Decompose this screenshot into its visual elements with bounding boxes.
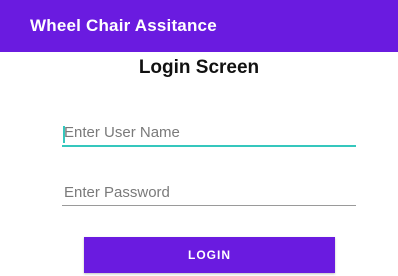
username-input[interactable] bbox=[62, 124, 356, 145]
page-title: Login Screen bbox=[138, 57, 260, 78]
password-field bbox=[62, 184, 356, 206]
password-input[interactable] bbox=[62, 184, 356, 205]
app-bar: Wheel Chair Assitance bbox=[0, 0, 398, 52]
text-cursor bbox=[63, 126, 65, 143]
username-field bbox=[62, 124, 356, 147]
app-title: Wheel Chair Assitance bbox=[30, 16, 217, 35]
username-underline bbox=[62, 145, 356, 147]
login-button[interactable]: LOGIN bbox=[84, 237, 335, 273]
password-underline bbox=[62, 205, 356, 206]
